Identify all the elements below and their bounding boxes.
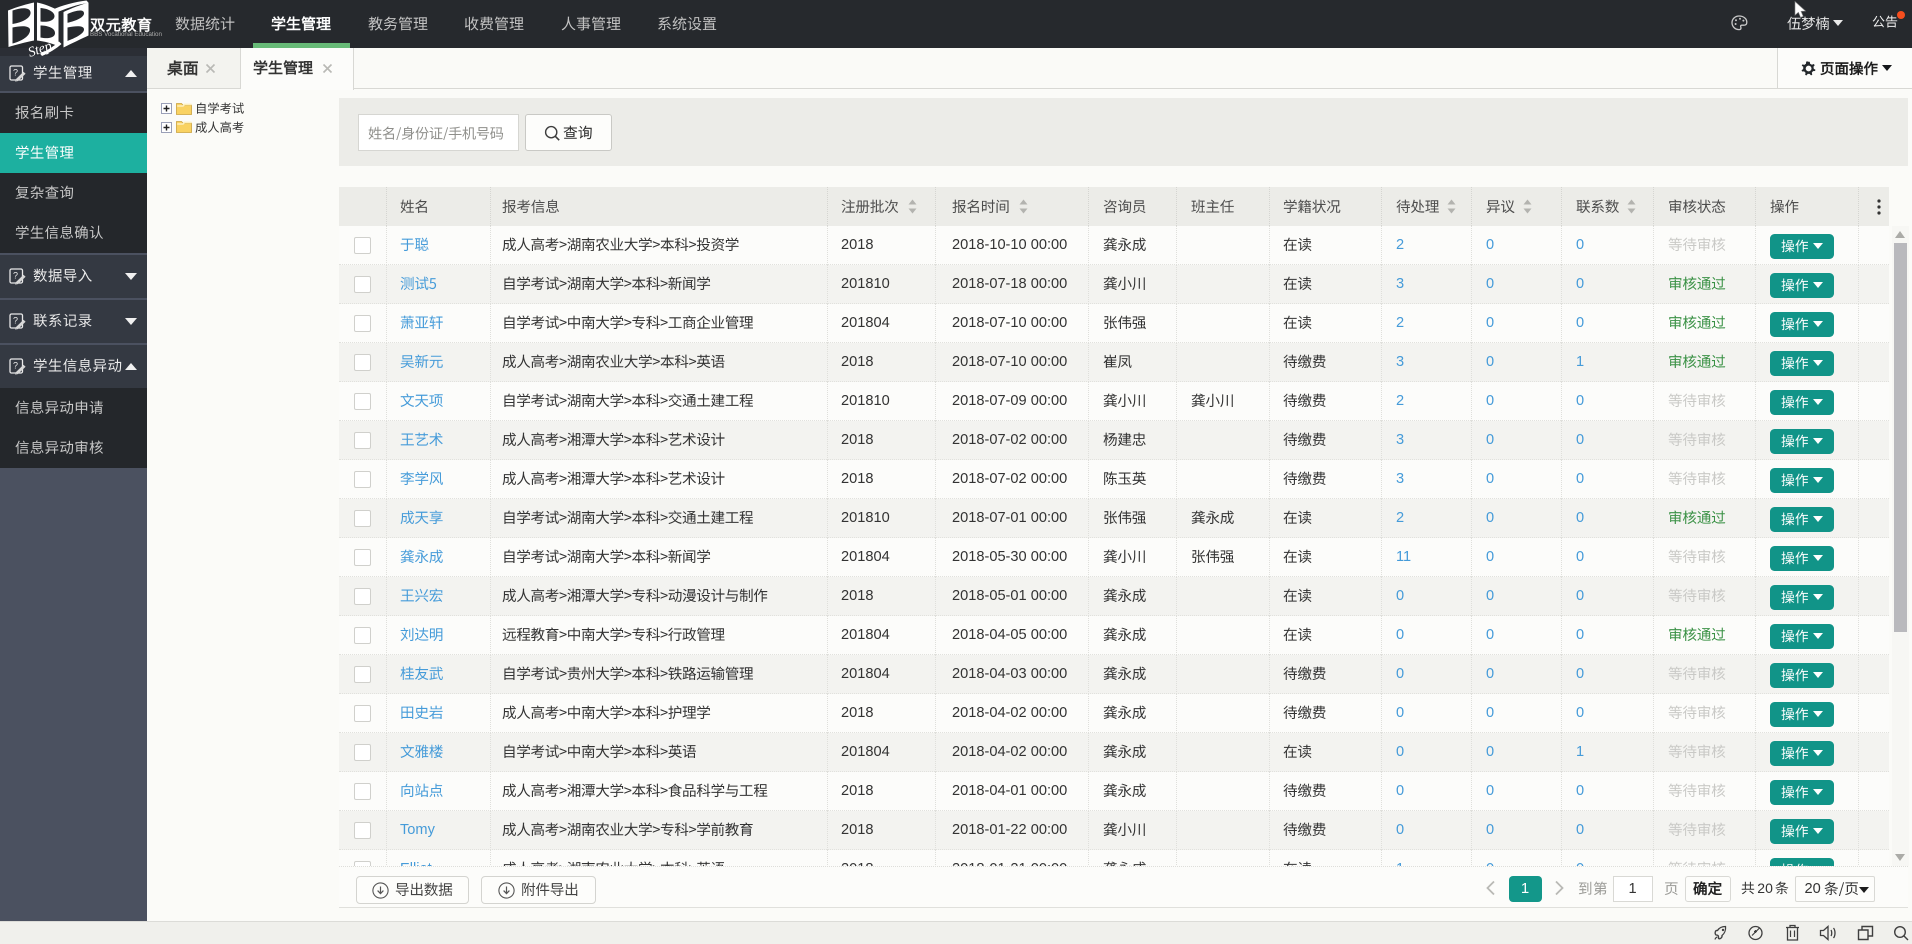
svg-text:?: ? (13, 68, 18, 78)
svg-text:?: ? (13, 361, 18, 371)
svg-text:?: ? (13, 271, 18, 281)
svg-text:?: ? (13, 316, 18, 326)
